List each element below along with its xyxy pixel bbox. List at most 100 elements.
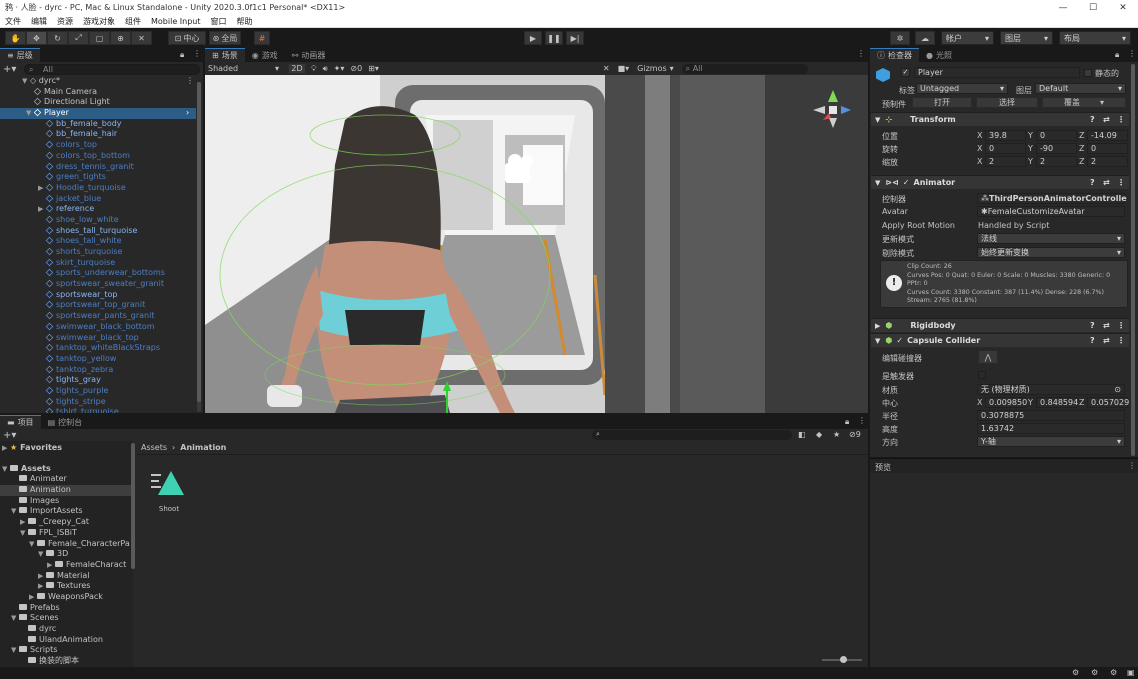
- gizmos-dropdown[interactable]: Gizmos ▾: [637, 64, 674, 73]
- maximize-button[interactable]: ☐: [1078, 0, 1108, 15]
- rotation-y-field[interactable]: -90: [1036, 143, 1077, 154]
- project-folder-row[interactable]: ▼ 3D: [0, 549, 133, 560]
- hierarchy-item[interactable]: tights_gray: [0, 375, 196, 386]
- project-tree-scrollbar[interactable]: [131, 443, 135, 569]
- project-folder-row[interactable]: Prefabs: [0, 603, 133, 614]
- hierarchy-item[interactable]: bb_female_hair: [0, 129, 196, 140]
- tools-icon[interactable]: ✕: [603, 64, 610, 73]
- more-icon[interactable]: ⋮: [186, 76, 194, 87]
- breadcrumb-assets[interactable]: Assets: [141, 443, 167, 452]
- project-folder-row[interactable]: Animater: [0, 474, 133, 485]
- project-folder-row[interactable]: ▶ FemaleCharact: [0, 560, 133, 571]
- scene-search-input[interactable]: ⌕ All: [681, 63, 808, 74]
- hierarchy-item[interactable]: colors_top_bottom: [0, 151, 196, 162]
- move-tool-icon[interactable]: ✥: [26, 31, 47, 45]
- preset-icon[interactable]: ⇄: [1103, 178, 1110, 187]
- prefab-overrides-dropdown[interactable]: 覆盖 ▾: [1042, 97, 1126, 108]
- hierarchy-item[interactable]: skirt_turquoise: [0, 258, 196, 269]
- expand-arrow-icon[interactable]: ▶: [38, 204, 46, 215]
- light-bake-icon[interactable]: ▣: [1127, 668, 1135, 677]
- preset-icon[interactable]: ⇄: [1103, 336, 1110, 345]
- material-field[interactable]: 无 (物理材质) ⊙: [977, 384, 1125, 395]
- direction-dropdown[interactable]: Y-轴 ▾: [977, 436, 1125, 447]
- hierarchy-item[interactable]: shoes_tall_white: [0, 236, 196, 247]
- tag-dropdown[interactable]: Untagged ▾: [916, 83, 1008, 94]
- active-checkbox[interactable]: ✓: [901, 68, 910, 77]
- expand-arrow-icon[interactable]: ▶: [20, 517, 28, 528]
- more-icon[interactable]: ⋮: [1117, 321, 1125, 330]
- trigger-checkbox[interactable]: [978, 371, 986, 379]
- tab-console[interactable]: ▤ 控制台: [40, 415, 90, 429]
- shading-dropdown[interactable]: Shaded ▾: [205, 64, 283, 73]
- static-checkbox[interactable]: [1084, 69, 1092, 77]
- avatar-field[interactable]: ✱ FemaleCustomizeAvatar: [977, 206, 1125, 217]
- project-folder-row[interactable]: ▼ FPL_ISBiT: [0, 528, 133, 539]
- menu-help[interactable]: 帮助: [232, 16, 258, 27]
- camera-icon[interactable]: ■▾: [618, 64, 630, 73]
- expand-arrow-icon[interactable]: ▼: [875, 116, 880, 124]
- center-y-field[interactable]: 0.848594: [1036, 397, 1078, 408]
- hierarchy-scroll-thumb[interactable]: [197, 82, 201, 402]
- tab-scene[interactable]: ⊞ 场景: [205, 48, 245, 62]
- project-folder-row[interactable]: ▼ Female_CharacterPa: [0, 539, 133, 550]
- center-x-field[interactable]: 0.009850: [985, 397, 1027, 408]
- breadcrumb-current[interactable]: Animation: [180, 443, 226, 452]
- hierarchy-item[interactable]: dress_tennis_granit: [0, 162, 196, 173]
- hierarchy-item[interactable]: sportswear_sweater_granit: [0, 279, 196, 290]
- rotation-x-field[interactable]: 0: [985, 143, 1026, 154]
- help-icon[interactable]: ?: [1090, 178, 1095, 187]
- animator-header[interactable]: ▼ ⊳⊲ ✓ Animator ? ⇄ ⋮: [871, 175, 1129, 189]
- visibility-icon[interactable]: ⊘: [350, 64, 357, 73]
- hierarchy-item[interactable]: green_tights: [0, 172, 196, 183]
- expand-arrow-icon[interactable]: ▶: [29, 592, 37, 603]
- object-name-field[interactable]: Player: [914, 67, 1080, 78]
- hierarchy-item[interactable]: sports_underwear_bottoms: [0, 268, 196, 279]
- project-folder-row[interactable]: ▼ Scenes: [0, 613, 133, 624]
- more-icon[interactable]: ⋮: [1128, 461, 1136, 470]
- asset-shoot[interactable]: Shoot: [149, 469, 189, 519]
- y-axis-label[interactable]: Y: [1028, 157, 1033, 166]
- tab-lighting[interactable]: ● 光照: [919, 48, 959, 62]
- hierarchy-item[interactable]: sportswear_top_granit: [0, 300, 196, 311]
- hierarchy-item[interactable]: shoes_tall_turquoise: [0, 226, 196, 237]
- project-folder-row[interactable]: ▶ Textures: [0, 581, 133, 592]
- more-icon[interactable]: ⋮: [193, 49, 201, 58]
- project-folder-row[interactable]: ▼ Assets: [0, 464, 133, 475]
- grid-snap-icon[interactable]: #: [254, 31, 270, 45]
- layer-dropdown[interactable]: Default ▾: [1035, 83, 1126, 94]
- expand-arrow-icon[interactable]: ▶: [2, 443, 10, 454]
- z-axis-label[interactable]: Z: [1079, 131, 1084, 140]
- close-button[interactable]: ✕: [1108, 0, 1138, 15]
- inspector-scrollbar[interactable]: [1131, 64, 1135, 456]
- lock-icon[interactable]: 🔒︎: [180, 50, 184, 60]
- more-icon[interactable]: ⋮: [858, 416, 866, 425]
- hierarchy-item[interactable]: ▶ reference: [0, 204, 196, 215]
- hierarchy-item[interactable]: ▼ Player ›: [0, 108, 196, 119]
- menu-window[interactable]: 窗口: [206, 16, 232, 27]
- hierarchy-item[interactable]: swimwear_black_top: [0, 333, 196, 344]
- hierarchy-item[interactable]: jacket_blue: [0, 194, 196, 205]
- collider-enabled-checkbox[interactable]: ✓: [896, 336, 903, 345]
- hierarchy-item[interactable]: Main Camera: [0, 87, 196, 98]
- project-folder-row[interactable]: ▶ _Creepy_Cat: [0, 517, 133, 528]
- effects-icon[interactable]: ✦▾: [334, 64, 345, 73]
- transform-header[interactable]: ▼ ⊹ Transform ? ⇄ ⋮: [871, 112, 1129, 126]
- update-mode-dropdown[interactable]: 法线 ▾: [977, 233, 1125, 244]
- favorites-row[interactable]: ▶ ★ Favorites: [0, 443, 133, 454]
- radius-field[interactable]: 0.3078875: [977, 410, 1125, 421]
- expand-arrow-icon[interactable]: ▶: [875, 322, 880, 330]
- pivot-toggle[interactable]: ⊡ 中心: [168, 31, 206, 45]
- more-icon[interactable]: ⋮: [1117, 115, 1125, 124]
- culling-mode-dropdown[interactable]: 始终更新变换 ▾: [977, 247, 1125, 258]
- scene-row[interactable]: ▼ ◇ dyrc* ⋮: [0, 76, 196, 87]
- collab-icon[interactable]: ✲: [890, 31, 910, 45]
- pause-button[interactable]: ❚❚: [545, 31, 563, 45]
- expand-arrow-icon[interactable]: ▼: [11, 645, 19, 656]
- hierarchy-item[interactable]: tights_purple: [0, 386, 196, 397]
- help-icon[interactable]: ?: [1090, 321, 1095, 330]
- hierarchy-item[interactable]: tshirt_turquoise: [0, 407, 196, 413]
- hand-tool-icon[interactable]: ✋: [5, 31, 26, 45]
- height-field[interactable]: 1.63742: [977, 423, 1125, 434]
- hierarchy-item[interactable]: shoe_low_white: [0, 215, 196, 226]
- grid-toggle-icon[interactable]: ⊞▾: [368, 64, 379, 73]
